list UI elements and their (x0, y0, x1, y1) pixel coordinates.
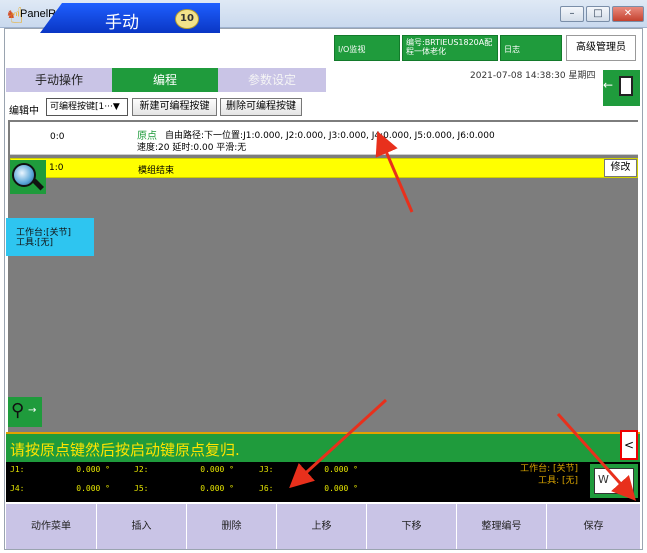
delete-programmable-key-button[interactable]: 删除可编程按键 (220, 98, 302, 116)
tab-manual-operation[interactable]: 手动操作 (6, 68, 112, 92)
new-programmable-key-button[interactable]: 新建可编程按键 (132, 98, 217, 116)
programmable-key-select[interactable]: 可编程按键[1···▼ (46, 98, 128, 116)
program-code-button[interactable]: 编号:BRTIEUS1820A配程一体老化 (402, 35, 498, 61)
ref-tool: 工具: [无] (538, 476, 578, 486)
action-menu-button[interactable]: 动作菜单 (6, 504, 96, 549)
status-message: 请按原点键然后按启动键原点复归. (10, 441, 240, 459)
program-row[interactable]: 0:0 原点 自由路径:下一位置:J1:0.000, J2:0.000, J3:… (10, 122, 638, 155)
arrow-right-icon: → (28, 405, 37, 416)
joint-label: J5: (134, 484, 149, 493)
modify-button[interactable]: 修改 (604, 159, 637, 177)
joint-value: 0.000 ° (200, 484, 234, 493)
row-speed-detail: 速度:20 延时:0.00 平滑:无 (137, 143, 247, 153)
joint-label: J4: (10, 484, 25, 493)
ref-workbench: 工作台: [关节] (520, 464, 578, 474)
close-button[interactable]: ✕ (612, 6, 644, 22)
joint-label: J1: (10, 465, 25, 474)
speed-badge[interactable]: 10 (175, 9, 199, 29)
minimize-button[interactable]: – (560, 6, 584, 22)
coord-tool: 工具:[无] (16, 238, 54, 248)
edit-mode-label: 编辑中 (9, 106, 39, 117)
status-bar: 请按原点键然后按启动键原点复归. (6, 432, 640, 462)
program-row-selected[interactable]: 1:0 模组结束 (10, 158, 638, 178)
tab-programming[interactable]: 编程 (112, 68, 218, 92)
log-button[interactable]: 日志 (500, 35, 562, 61)
coord-workbench: 工作台:[关节] (16, 228, 72, 238)
joint-mode-label: J (620, 480, 624, 493)
joint-value: 0.000 ° (200, 465, 234, 474)
world-label: W (598, 473, 609, 486)
mode-label: 手动 (105, 13, 139, 33)
move-down-button[interactable]: 下移 (366, 504, 456, 549)
datetime-display: 2021-07-08 14:38:30 星期四 (470, 71, 596, 81)
delete-button[interactable]: 删除 (186, 504, 276, 549)
joint-value: 0.000 ° (324, 484, 358, 493)
user-level-button[interactable]: 高级管理员 (566, 35, 636, 61)
save-button[interactable]: 保存 (546, 504, 640, 549)
joint-value: 0.000 ° (76, 465, 110, 474)
hand-icon[interactable]: ☝ (10, 5, 36, 31)
row-index: 1:0 (49, 163, 64, 173)
renumber-button[interactable]: 整理编号 (456, 504, 546, 549)
joint-label: J2: (134, 465, 149, 474)
collapse-button[interactable]: < (620, 430, 638, 460)
move-up-button[interactable]: 上移 (276, 504, 366, 549)
row-index: 0:0 (50, 132, 65, 142)
coordinate-panel[interactable]: 工作台:[关节] 工具:[无] (6, 218, 94, 256)
reference-frame-info: 工作台: [关节] 工具: [无] (488, 463, 578, 487)
joint-value: 0.000 ° (324, 465, 358, 474)
keypad-icon (619, 76, 633, 96)
row-step-name: 模组结束 (138, 166, 175, 176)
maximize-button[interactable]: □ (586, 6, 610, 22)
location-pin-icon[interactable]: ⚲ (8, 397, 42, 427)
tab-parameter-settings[interactable]: 参数设定 (218, 68, 326, 92)
io-monitor-button[interactable]: I/O监视 (334, 35, 400, 61)
joint-label: J3: (259, 465, 274, 474)
joint-label: J6: (259, 484, 274, 493)
joint-value: 0.000 ° (76, 484, 110, 493)
insert-button[interactable]: 插入 (96, 504, 186, 549)
arrow-left-icon: ← (603, 78, 614, 92)
